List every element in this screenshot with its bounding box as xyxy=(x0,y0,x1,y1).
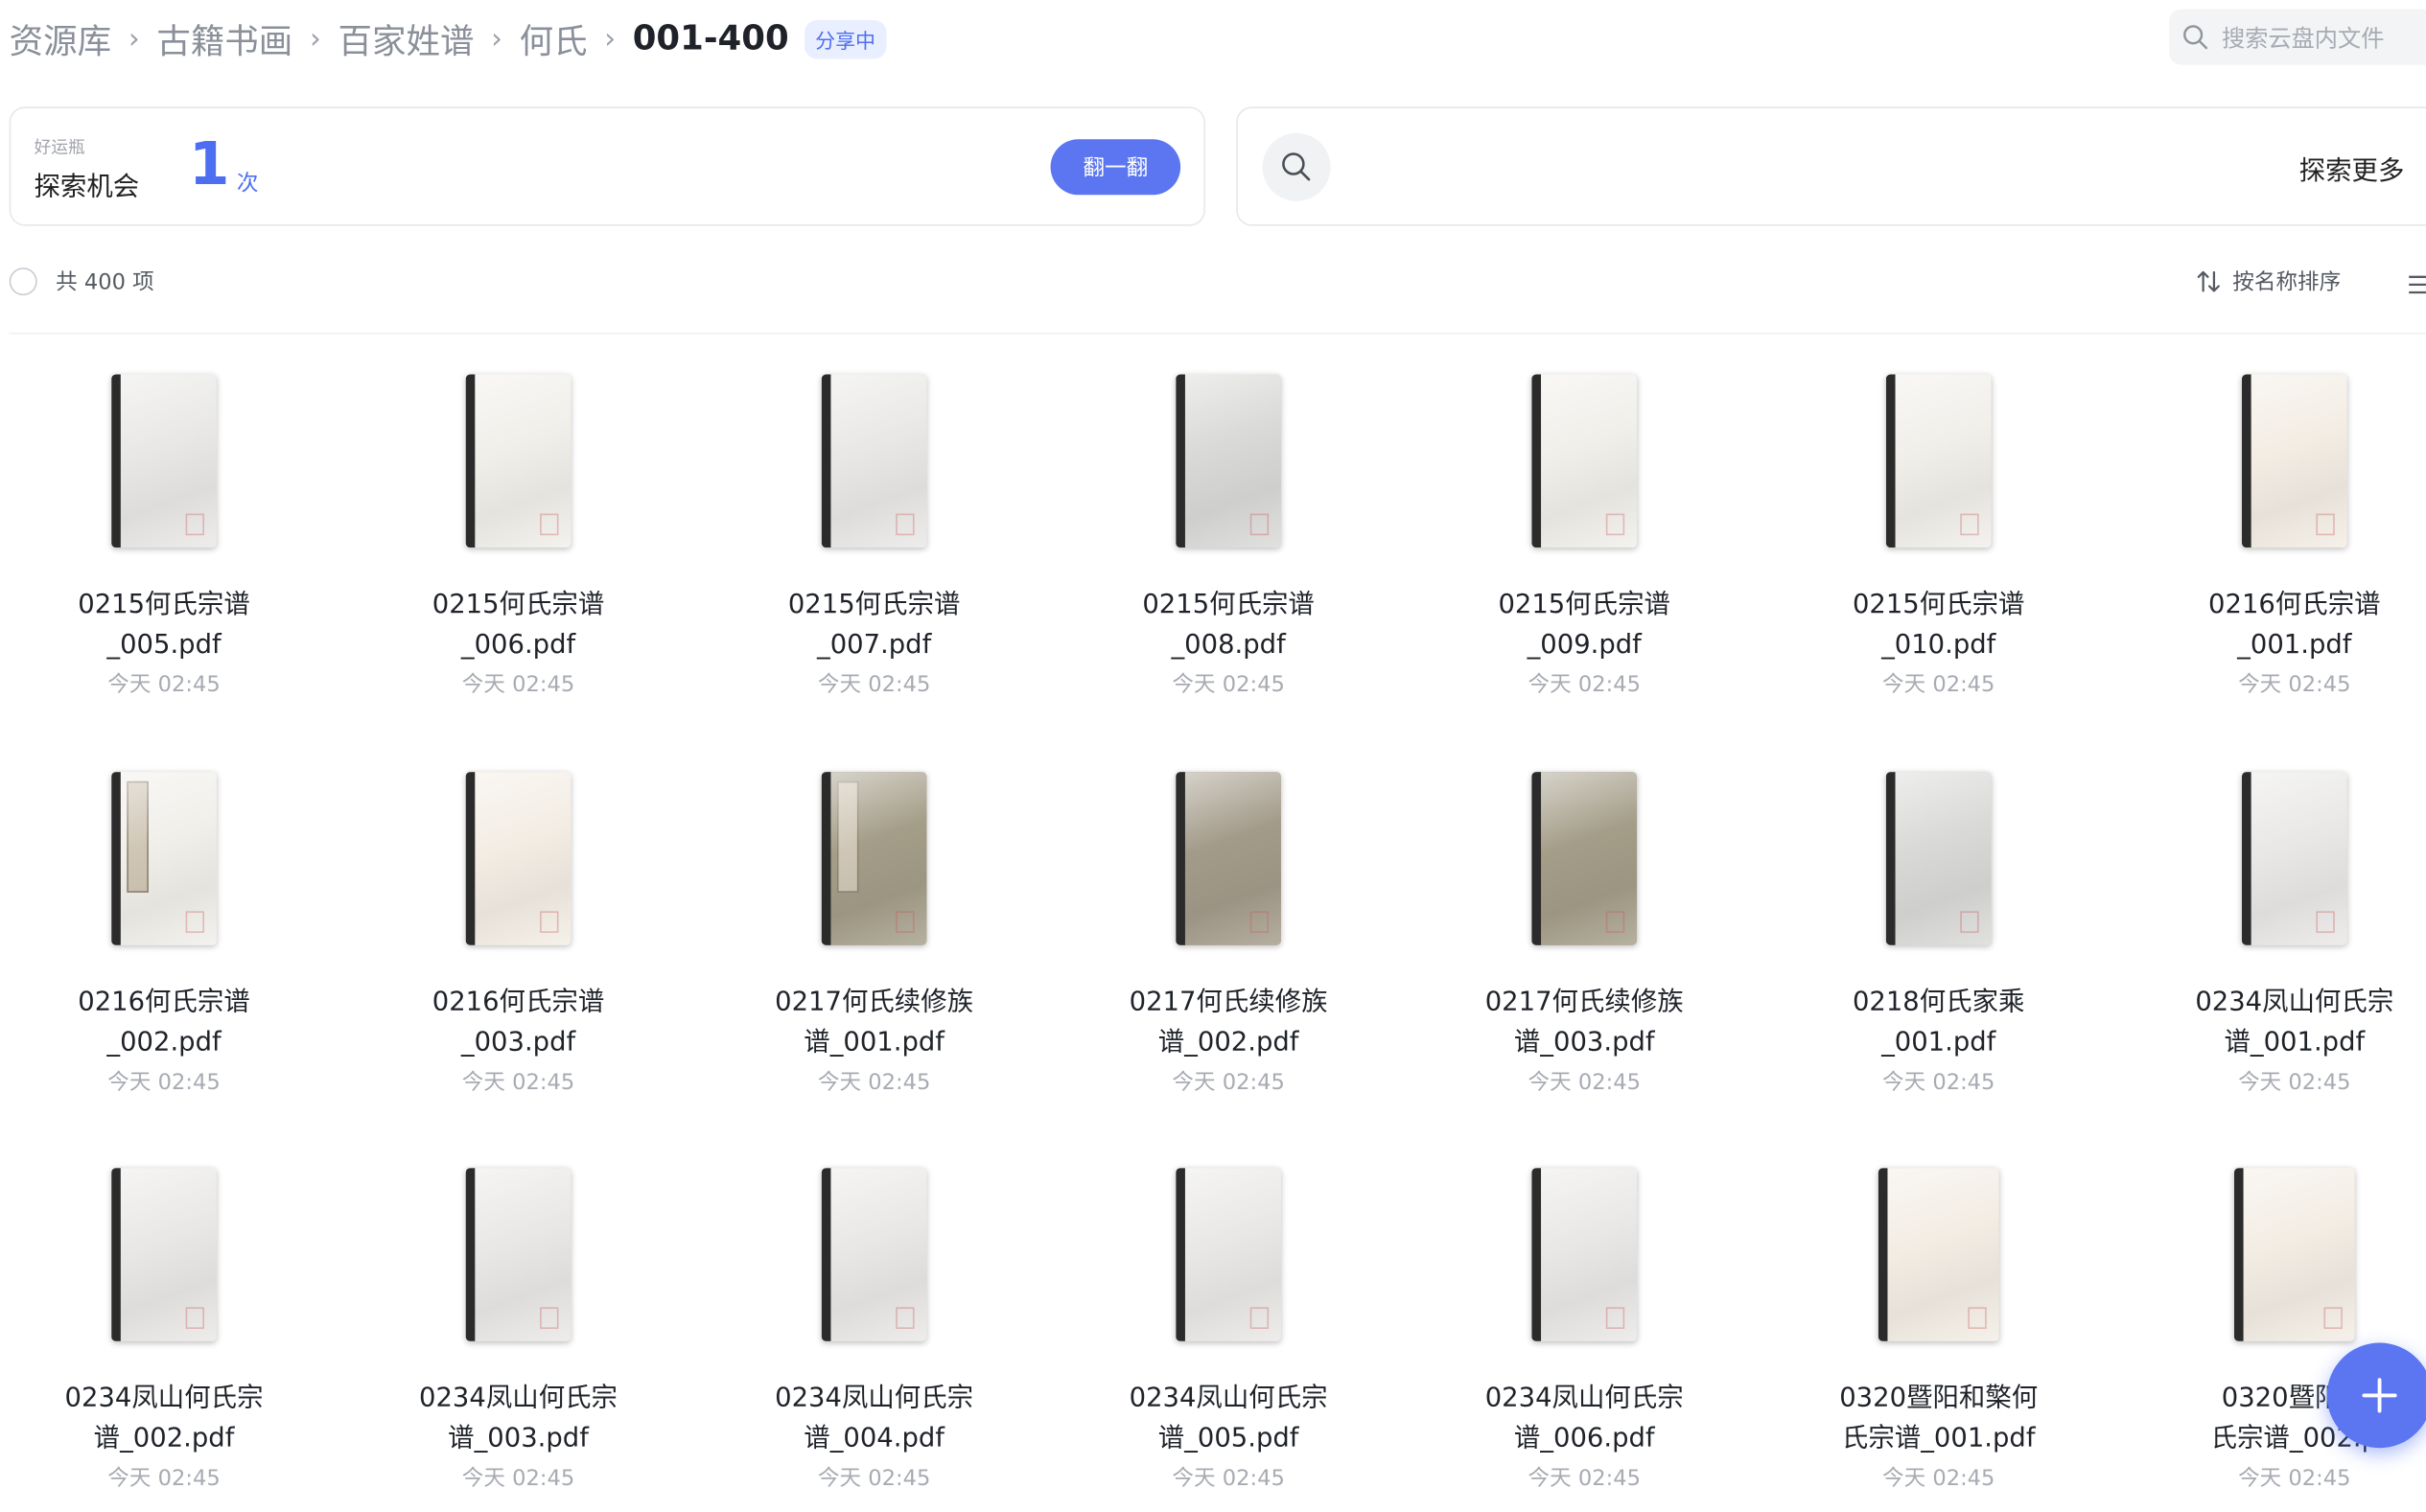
breadcrumb: 资源库 › 古籍书画 › 百家姓谱 › 何氏 › 001-400 分享中 xyxy=(10,12,887,65)
file-thumbnail xyxy=(1167,1162,1291,1348)
item-count: 共 400 项 xyxy=(56,270,154,296)
file-date: 今天 02:45 xyxy=(1881,672,1995,698)
file-name: 0234凤山何氏宗 谱_004.pdf xyxy=(775,1383,974,1454)
explore-more-link[interactable]: 探索更多 xyxy=(2299,149,2405,187)
cloud-search-input[interactable]: 搜索云盘内文件 xyxy=(2169,9,2426,65)
breadcrumb-separator: › xyxy=(604,22,616,56)
file-name: 0217何氏续修族 谱_003.pdf xyxy=(1484,987,1684,1058)
file-thumbnail xyxy=(2232,1162,2356,1348)
file-name: 0234凤山何氏宗 谱_006.pdf xyxy=(1484,1383,1684,1454)
file-name: 0234凤山何氏宗 谱_002.pdf xyxy=(64,1383,264,1454)
file-name: 0216何氏宗谱 _003.pdf xyxy=(432,987,605,1058)
header-divider xyxy=(9,332,2426,335)
file-date: 今天 02:45 xyxy=(1172,1466,1285,1492)
chance-count: 1 xyxy=(188,129,230,198)
file-date: 今天 02:45 xyxy=(107,672,221,698)
file-thumbnail xyxy=(812,368,936,554)
file-thumbnail xyxy=(102,766,225,952)
chance-unit: 次 xyxy=(236,172,259,197)
breadcrumb-item-ancient-books[interactable]: 古籍书画 xyxy=(156,14,292,64)
file-thumbnail xyxy=(456,368,580,554)
file-date: 今天 02:45 xyxy=(817,1466,931,1492)
breadcrumb-separator: › xyxy=(310,22,321,56)
select-all-checkbox[interactable] xyxy=(9,268,37,296)
file-date: 今天 02:45 xyxy=(2238,1070,2351,1096)
search-icon xyxy=(2183,25,2208,50)
file-thumbnail xyxy=(456,766,580,952)
file-thumbnail xyxy=(1877,1162,2000,1348)
lucky-bottle-title: 好运瓶 xyxy=(34,137,85,158)
file-thumbnail xyxy=(102,1162,225,1348)
breadcrumb-item-library[interactable]: 资源库 xyxy=(10,14,112,64)
search-placeholder: 搜索云盘内文件 xyxy=(2221,24,2385,53)
breadcrumb-item-he[interactable]: 何氏 xyxy=(520,14,588,64)
file-name: 0215何氏宗谱 _009.pdf xyxy=(1498,589,1670,661)
explore-search-icon xyxy=(1262,132,1331,201)
file-thumbnail xyxy=(1877,368,2000,554)
file-date: 今天 02:45 xyxy=(107,1070,221,1096)
file-date: 今天 02:45 xyxy=(1528,672,1641,698)
sharing-badge[interactable]: 分享中 xyxy=(804,19,887,58)
file-name: 0215何氏宗谱 _007.pdf xyxy=(787,589,961,661)
file-name: 0217何氏续修族 谱_001.pdf xyxy=(775,987,974,1058)
sort-by-name-button[interactable]: 按名称排序 xyxy=(2196,267,2342,297)
file-thumbnail xyxy=(456,1162,580,1348)
file-date: 今天 02:45 xyxy=(461,1466,575,1492)
file-date: 今天 02:45 xyxy=(1172,1070,1285,1096)
file-name: 0234凤山何氏宗 谱_005.pdf xyxy=(1129,1383,1328,1454)
file-name: 0215何氏宗谱 _008.pdf xyxy=(1142,589,1315,661)
file-thumbnail xyxy=(1523,368,1646,554)
breadcrumb-separator: › xyxy=(491,22,502,56)
file-name: 0215何氏宗谱 _010.pdf xyxy=(1852,589,2025,661)
file-date: 今天 02:45 xyxy=(817,672,931,698)
breadcrumb-separator: › xyxy=(128,22,140,56)
lucky-bottle-card: 好运瓶 探索机会 1 次 翻一翻 xyxy=(9,106,1205,226)
file-thumbnail xyxy=(102,368,225,554)
flip-button[interactable]: 翻一翻 xyxy=(1050,139,1181,196)
file-thumbnail xyxy=(1523,1162,1646,1348)
file-name: 0216何氏宗谱 _002.pdf xyxy=(78,987,250,1058)
file-date: 今天 02:45 xyxy=(1881,1070,1995,1096)
file-name: 0218何氏家乘 _001.pdf xyxy=(1852,987,2025,1058)
file-thumbnail xyxy=(1523,766,1646,952)
file-date: 今天 02:45 xyxy=(461,672,575,698)
file-date: 今天 02:45 xyxy=(2238,1466,2351,1492)
file-date: 今天 02:45 xyxy=(817,1070,931,1096)
file-thumbnail xyxy=(2232,766,2356,952)
explore-card[interactable]: 探索更多 xyxy=(1236,106,2426,226)
list-view-icon xyxy=(2409,275,2426,294)
file-name: 0234凤山何氏宗 谱_001.pdf xyxy=(2195,987,2394,1058)
file-date: 今天 02:45 xyxy=(461,1070,575,1096)
file-date: 今天 02:45 xyxy=(1528,1466,1641,1492)
plus-icon xyxy=(2362,1378,2397,1413)
file-date: 今天 02:45 xyxy=(2238,672,2351,698)
netdisk-folder-view: 资源库 › 古籍书画 › 百家姓谱 › 何氏 › 001-400 分享中 搜索云… xyxy=(0,0,2426,1512)
file-date: 今天 02:45 xyxy=(1172,672,1285,698)
file-name: 0320暨阳和檠何 氏宗谱_001.pdf xyxy=(1839,1383,2039,1454)
file-name: 0217何氏续修族 谱_002.pdf xyxy=(1129,987,1328,1058)
file-thumbnail xyxy=(2232,368,2356,554)
file-thumbnail xyxy=(812,1162,936,1348)
view-mode-toggle[interactable] xyxy=(2408,272,2426,302)
file-thumbnail xyxy=(1167,766,1291,952)
file-thumbnail xyxy=(812,766,936,952)
breadcrumb-item-surnames[interactable]: 百家姓谱 xyxy=(338,14,474,64)
file-name: 0215何氏宗谱 _006.pdf xyxy=(432,589,605,661)
explore-chance-label: 探索机会 xyxy=(34,172,140,203)
file-thumbnail xyxy=(1877,766,2000,952)
file-name: 0215何氏宗谱 _005.pdf xyxy=(78,589,250,661)
add-button[interactable] xyxy=(2326,1342,2426,1449)
file-name: 0216何氏宗谱 _001.pdf xyxy=(2208,589,2381,661)
file-date: 今天 02:45 xyxy=(1528,1070,1641,1096)
sort-icon xyxy=(2197,270,2220,292)
file-name: 0234凤山何氏宗 谱_003.pdf xyxy=(419,1383,618,1454)
breadcrumb-current-folder: 001-400 xyxy=(632,19,789,58)
sort-label: 按名称排序 xyxy=(2232,270,2342,296)
file-date: 今天 02:45 xyxy=(1881,1466,1995,1492)
file-date: 今天 02:45 xyxy=(107,1466,221,1492)
file-thumbnail xyxy=(1167,368,1291,554)
